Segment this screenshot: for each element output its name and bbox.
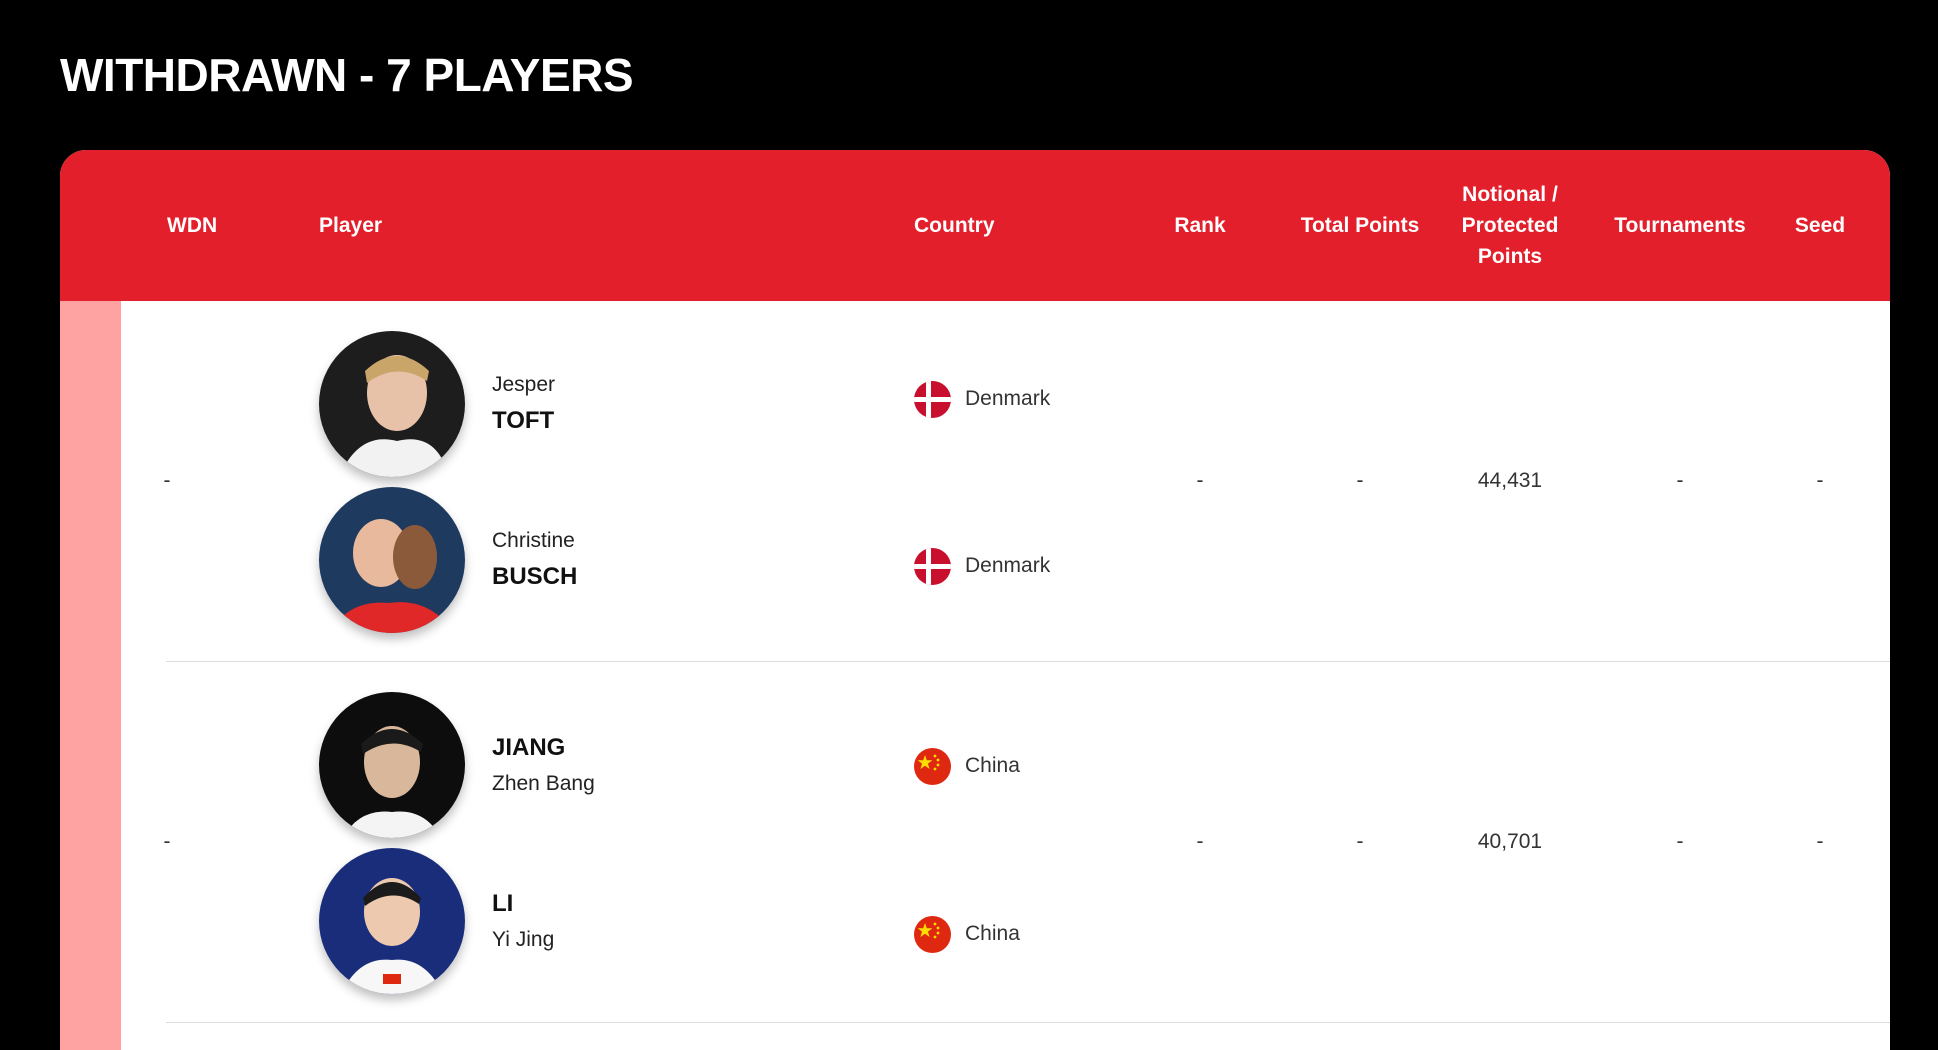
player-first-name: Jesper (492, 373, 556, 396)
notional-points-value: 44,431 (1477, 469, 1543, 492)
country-name: Denmark (965, 554, 1051, 577)
table-header: WDN Player Country Rank Total Points Not… (60, 150, 1890, 301)
player-country: Denmark (914, 379, 1050, 419)
country-name: China (965, 754, 1020, 777)
header-country[interactable]: Country (914, 150, 995, 301)
player-last-name[interactable]: TOFT (492, 402, 555, 440)
table-row[interactable]: - JIANG Zhen Bang China LI Yi Jing China… (60, 662, 1890, 1023)
player-country: China (914, 914, 1020, 954)
header-wdn[interactable]: WDN (167, 150, 217, 301)
player-last-name[interactable]: JIANG (492, 729, 595, 767)
withdrawn-players-table: WDN Player Country Rank Total Points Not… (60, 150, 1890, 1050)
header-seed[interactable]: Seed (1760, 150, 1880, 301)
denmark-flag-icon (914, 380, 951, 418)
player-card[interactable]: Christine BUSCH (319, 487, 879, 633)
wdn-value: - (163, 469, 171, 492)
denmark-flag-icon (914, 547, 951, 585)
header-tournaments[interactable]: Tournaments (1590, 150, 1770, 301)
player-photo (319, 487, 465, 633)
player-card[interactable]: Jesper TOFT (319, 331, 879, 477)
page-title: WITHDRAWN - 7 PLAYERS (60, 49, 634, 101)
wdn-value: - (163, 830, 171, 853)
seed-value: - (1816, 830, 1824, 853)
rank-value: - (1196, 830, 1204, 853)
player-last-name[interactable]: LI (492, 885, 554, 923)
player-card[interactable]: JIANG Zhen Bang (319, 692, 879, 838)
player-photo (319, 331, 465, 477)
total-points-value: - (1356, 469, 1364, 492)
player-country: Denmark (914, 546, 1050, 586)
player-photo (319, 848, 465, 994)
country-name: Denmark (965, 387, 1051, 410)
player-first-name: Yi Jing (492, 928, 555, 951)
china-flag-icon (914, 747, 951, 785)
header-player[interactable]: Player (319, 150, 382, 301)
total-points-value: - (1356, 830, 1364, 853)
seed-value: - (1816, 469, 1824, 492)
player-country: China (914, 746, 1020, 786)
header-notional-points[interactable]: Notional / Protected Points (1430, 150, 1590, 301)
country-name: China (965, 922, 1020, 945)
tournaments-value: - (1676, 469, 1684, 492)
player-card[interactable]: LI Yi Jing (319, 848, 879, 994)
header-total-points[interactable]: Total Points (1270, 150, 1450, 301)
player-first-name: Zhen Bang (492, 772, 595, 795)
table-row[interactable]: - Jesper TOFT Denmark Christine BUSCH De… (60, 301, 1890, 662)
china-flag-icon (914, 915, 951, 953)
player-photo (319, 692, 465, 838)
notional-points-value: 40,701 (1477, 830, 1543, 853)
player-last-name[interactable]: BUSCH (492, 558, 577, 596)
tournaments-value: - (1676, 830, 1684, 853)
rank-value: - (1196, 469, 1204, 492)
player-first-name: Christine (492, 529, 575, 552)
header-rank[interactable]: Rank (1130, 150, 1270, 301)
